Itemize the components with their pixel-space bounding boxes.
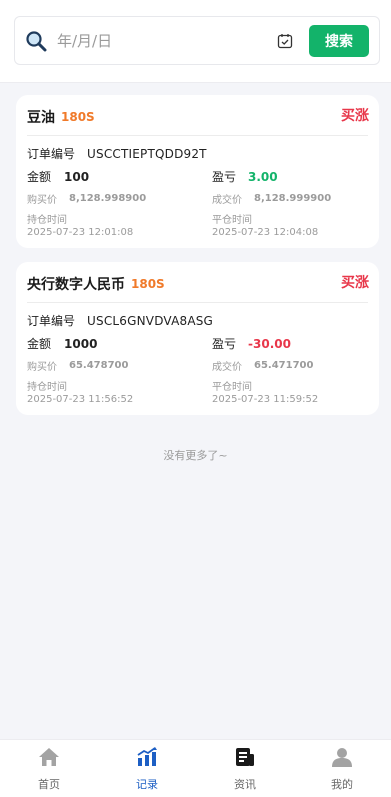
- pnl-row: 盈亏 -30.00: [212, 335, 291, 352]
- close-time-label: 平仓时间: [212, 215, 252, 226]
- search-box: 搜索: [14, 16, 380, 65]
- deal-price-row: 成交价 8,128.999900: [212, 191, 331, 206]
- deal-price-label: 成交价: [212, 195, 242, 206]
- tab-records-label: 记录: [136, 778, 158, 791]
- amount-label: 金额: [27, 337, 52, 351]
- pnl-value: 3.00: [248, 169, 278, 184]
- news-icon: [236, 748, 254, 766]
- tab-news-label: 资讯: [234, 778, 256, 791]
- tab-home-label: 首页: [38, 778, 60, 791]
- buy-price-label: 购买价: [27, 195, 57, 206]
- amount-label: 金额: [27, 170, 52, 184]
- buy-price-value: 8,128.998900: [69, 193, 147, 204]
- amount-value: 1000: [64, 336, 98, 351]
- open-time-label-row: 持仓时间: [27, 211, 67, 226]
- period-badge: 180S: [131, 277, 165, 291]
- amount-value: 100: [64, 169, 90, 184]
- open-time-label: 持仓时间: [27, 382, 67, 393]
- divider: [27, 135, 368, 136]
- pnl-label: 盈亏: [212, 337, 237, 351]
- card-header: 央行数字人民币 180S: [27, 272, 165, 296]
- tab-news[interactable]: 资讯: [196, 740, 294, 797]
- open-time-row: 2025-07-23 11:56:52: [27, 394, 133, 405]
- pnl-row: 盈亏 3.00: [212, 168, 278, 185]
- order-number-value: USCL6GNVDVA8ASG: [87, 313, 214, 328]
- chart-icon: [137, 747, 157, 766]
- open-time-row: 2025-07-23 12:01:08: [27, 227, 133, 238]
- direction-label: 买涨: [341, 108, 369, 124]
- buy-price-row: 购买价 8,128.998900: [27, 191, 146, 206]
- user-icon: [332, 748, 352, 767]
- pnl-value: -30.00: [248, 336, 291, 351]
- search-icon: [26, 31, 47, 52]
- divider: [27, 302, 368, 303]
- tab-bar: 首页 记录 资讯 我的: [0, 739, 391, 797]
- amount-row: 金额 100: [27, 168, 89, 185]
- buy-price-row: 购买价 65.478700: [27, 358, 128, 373]
- calendar-icon[interactable]: [277, 33, 293, 49]
- date-input[interactable]: [57, 29, 267, 53]
- order-card[interactable]: 豆油 180S 买涨 订单编号 USCCTIEPTQDD92T 金额 100 盈…: [16, 95, 379, 248]
- open-time-label-row: 持仓时间: [27, 378, 67, 393]
- order-number-row: 订单编号 USCCTIEPTQDD92T: [27, 145, 207, 162]
- close-time-row: 2025-07-23 12:04:08: [212, 227, 318, 238]
- buy-price-label: 购买价: [27, 362, 57, 373]
- pnl-label: 盈亏: [212, 170, 237, 184]
- close-time-value: 2025-07-23 11:59:52: [212, 394, 319, 405]
- tab-mine-label: 我的: [331, 778, 353, 791]
- deal-price-row: 成交价 65.471700: [212, 358, 313, 373]
- deal-price-value: 8,128.999900: [254, 193, 332, 204]
- tab-mine[interactable]: 我的: [293, 740, 391, 797]
- search-button[interactable]: 搜索: [309, 25, 369, 57]
- open-time-label: 持仓时间: [27, 215, 67, 226]
- close-time-value: 2025-07-23 12:04:08: [212, 227, 319, 238]
- tab-records[interactable]: 记录: [98, 740, 196, 797]
- order-card[interactable]: 央行数字人民币 180S 买涨 订单编号 USCL6GNVDVA8ASG 金额 …: [16, 262, 379, 415]
- home-icon: [39, 748, 59, 766]
- direction-label: 买涨: [341, 275, 369, 291]
- product-name: 央行数字人民币: [27, 277, 125, 293]
- close-time-label-row: 平仓时间: [212, 378, 252, 393]
- tab-home[interactable]: 首页: [0, 740, 98, 797]
- order-number-label: 订单编号: [27, 314, 76, 328]
- close-time-label-row: 平仓时间: [212, 211, 252, 226]
- product-name: 豆油: [27, 110, 55, 126]
- close-time-row: 2025-07-23 11:59:52: [212, 394, 318, 405]
- order-number-value: USCCTIEPTQDD92T: [87, 146, 207, 161]
- open-time-value: 2025-07-23 11:56:52: [27, 394, 134, 405]
- search-bar: 搜索: [0, 0, 391, 83]
- order-number-label: 订单编号: [27, 147, 76, 161]
- deal-price-value: 65.471700: [254, 360, 314, 371]
- open-time-value: 2025-07-23 12:01:08: [27, 227, 134, 238]
- close-time-label: 平仓时间: [212, 382, 252, 393]
- no-more-text: 没有更多了~: [163, 449, 228, 462]
- order-number-row: 订单编号 USCL6GNVDVA8ASG: [27, 312, 213, 329]
- buy-price-value: 65.478700: [69, 360, 129, 371]
- period-badge: 180S: [61, 110, 95, 124]
- card-header: 豆油 180S: [27, 105, 95, 129]
- amount-row: 金额 1000: [27, 335, 97, 352]
- deal-price-label: 成交价: [212, 362, 242, 373]
